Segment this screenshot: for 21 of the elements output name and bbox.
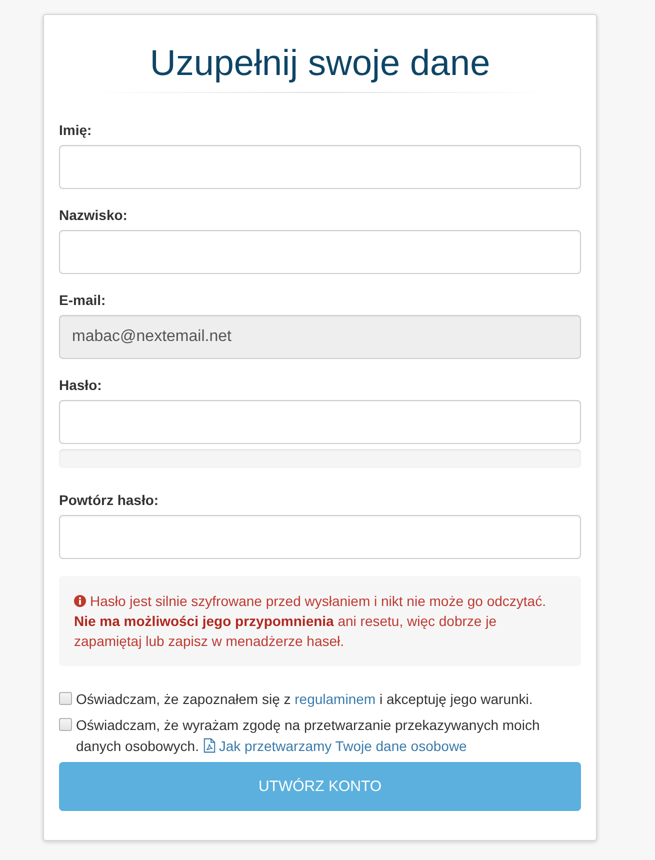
privacy-policy-link[interactable]: Jak przetwarzamy Twoje dane osobowe bbox=[202, 738, 467, 754]
field-label: Imię: bbox=[59, 121, 92, 140]
input-field[interactable] bbox=[59, 230, 581, 274]
checkbox[interactable] bbox=[59, 692, 72, 705]
form-title: Uzupełnij swoje dane bbox=[150, 43, 490, 83]
field-label: Nazwisko: bbox=[59, 206, 128, 225]
info-icon bbox=[74, 595, 86, 607]
checkbox[interactable] bbox=[59, 718, 72, 731]
consent-text: Oświadczam, że wyrażam zgodę na przetwarzanie przekazywanych moich danych osobowych. Jak przetwarzamy Twoje dane osobowe bbox=[76, 716, 541, 756]
create-account-button[interactable]: UTWÓRZ KONTO bbox=[59, 762, 581, 811]
terms-link[interactable]: regulaminem bbox=[294, 691, 376, 707]
input-field[interactable] bbox=[59, 515, 581, 559]
field-label: Powtórz hasło: bbox=[59, 491, 159, 510]
pdf-document-icon bbox=[202, 738, 216, 753]
field-label: Hasło: bbox=[59, 376, 102, 395]
input-field[interactable] bbox=[59, 145, 581, 189]
field-label: E-mail: bbox=[59, 291, 106, 310]
consent-text: Oświadczam, że zapoznałem się z regulaminem i akceptuję jego warunki. bbox=[76, 690, 533, 709]
notice-text: Hasło jest silnie szyfrowane przed wysłaniem i nikt nie może go odczytać. bbox=[90, 593, 546, 609]
notice-text: Nie ma możliwości jego przypomnienia ani resetu, więc dobrze je zapamiętaj lub zapisz w menadżerze haseł. bbox=[74, 612, 498, 651]
input-field[interactable] bbox=[59, 400, 581, 444]
